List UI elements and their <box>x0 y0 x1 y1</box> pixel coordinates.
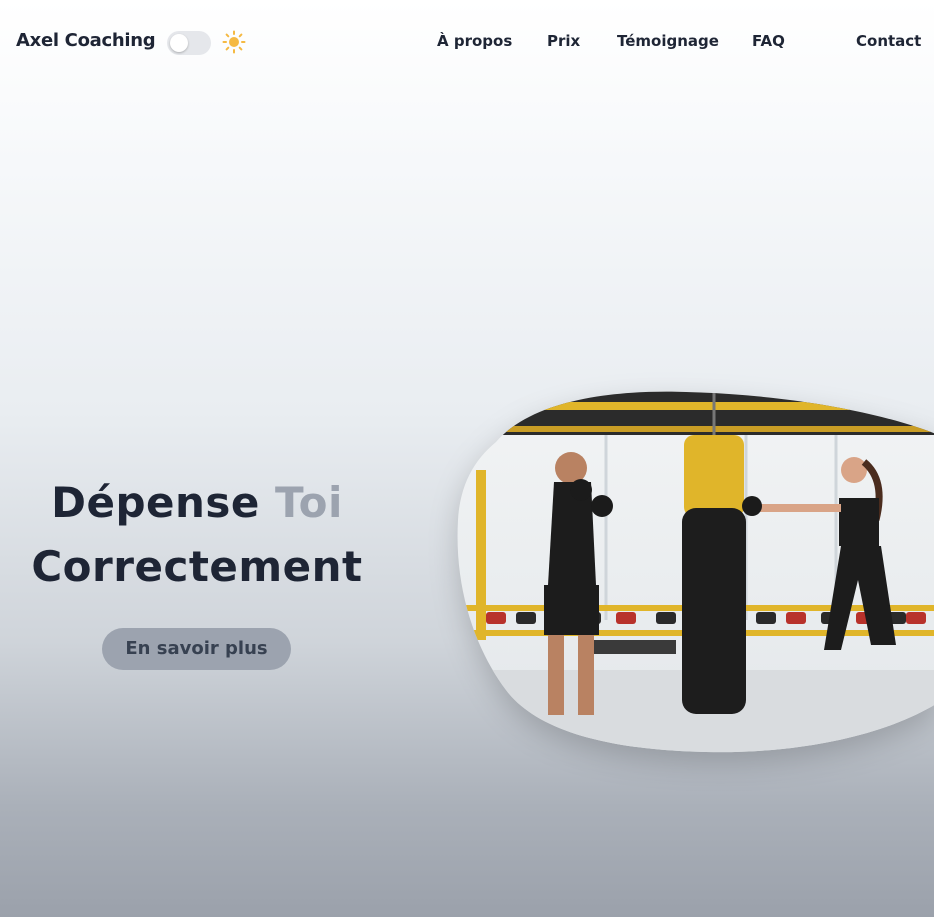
hero-title-line2: Correctement <box>31 542 363 591</box>
nav-link-contact[interactable]: Contact <box>856 32 921 50</box>
sun-icon <box>222 30 246 54</box>
hero-title-word-depense: Dépense <box>51 478 260 527</box>
nav-link-a-propos[interactable]: À propos <box>437 32 512 50</box>
nav-link-faq[interactable]: FAQ <box>752 32 785 50</box>
learn-more-button[interactable]: En savoir plus <box>102 628 291 670</box>
hero-title-word-toi: Toi <box>275 478 343 527</box>
toggle-knob <box>170 34 188 52</box>
brand-logo[interactable]: Axel Coaching <box>16 30 156 51</box>
nav-link-temoignage[interactable]: Témoignage <box>617 32 719 50</box>
hero-title-line1: Dépense Toi <box>0 478 394 527</box>
navbar: Axel Coaching À propos Prix Témoignage F… <box>0 0 934 84</box>
theme-toggle[interactable] <box>167 31 211 55</box>
boxing-training-image <box>457 391 934 753</box>
nav-link-prix[interactable]: Prix <box>547 32 580 50</box>
